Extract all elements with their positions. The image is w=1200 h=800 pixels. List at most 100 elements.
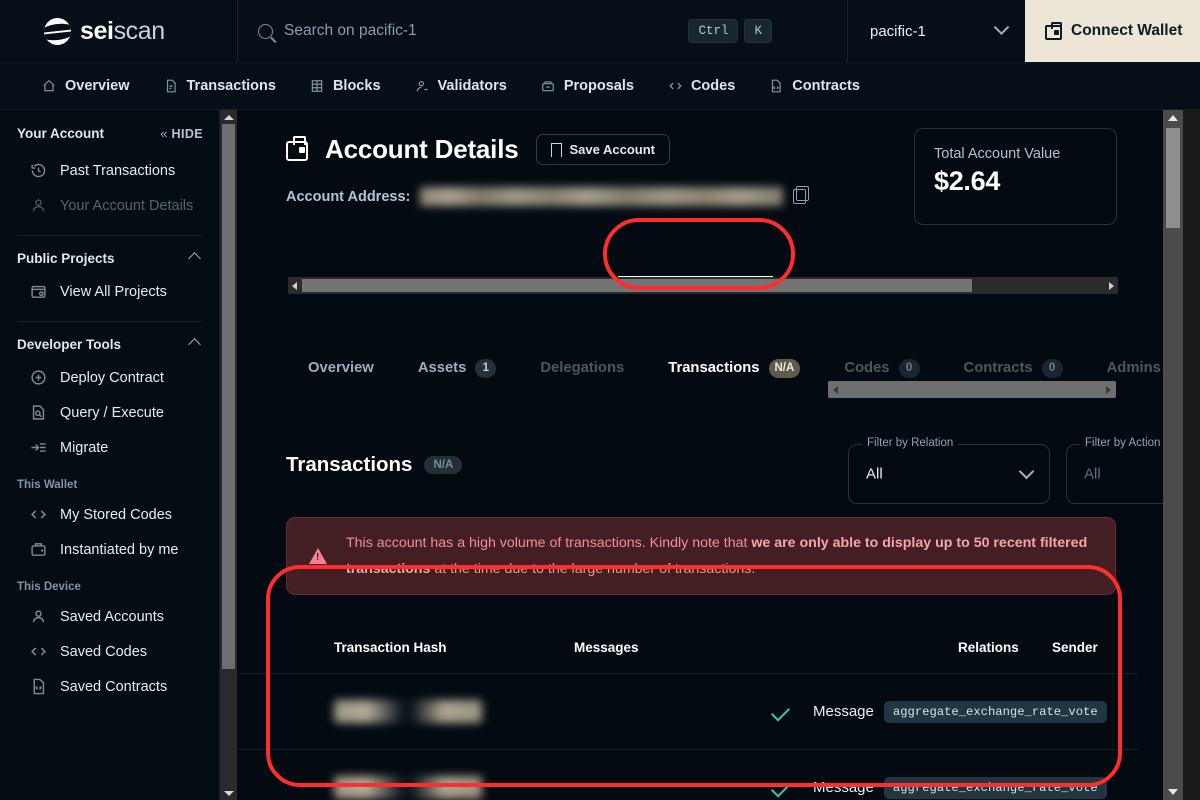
nav-item-transactions[interactable]: Transactions [162, 74, 278, 98]
transactions-section-title-row: Transactions N/A [286, 453, 463, 477]
sidebar-scroll-down-button[interactable] [220, 786, 237, 800]
filter-by-relation-legend: Filter by Relation [862, 437, 959, 449]
sidebar-item-my-stored-codes[interactable]: My Stored Codes [0, 497, 219, 532]
code-brackets-icon [30, 643, 47, 660]
save-account-button[interactable]: Save Account [535, 134, 670, 165]
tab-admins[interactable]: Admins 0 [1085, 351, 1163, 385]
warning-text-part2: at the time due to the large number of t… [430, 561, 756, 577]
page-title-row: Account Details Save Account [286, 134, 670, 165]
transaction-hash-redacted[interactable] [334, 700, 482, 723]
tab-contracts[interactable]: Contracts 0 [942, 351, 1085, 385]
sidebar-item-view-all-projects[interactable]: View All Projects [0, 274, 219, 309]
tab-delegations[interactable]: Delegations [518, 351, 646, 385]
chevron-down-icon [1018, 463, 1035, 480]
sidebar-item-your-account-details[interactable]: Your Account Details [0, 188, 219, 223]
contract-icon [769, 79, 783, 93]
sidebar-section-title: Developer Tools [17, 337, 122, 352]
sidebar-scrollbar-thumb[interactable] [222, 124, 235, 669]
sidebar-divider [17, 235, 202, 236]
tab-label: Delegations [540, 360, 625, 376]
page-scroll-up-button[interactable] [1163, 110, 1183, 126]
sidebar-item-instantiated-by-me[interactable]: Instantiated by me [0, 532, 219, 567]
seiscan-account-details-page: seiscan Search on pacific-1 Ctrl K pacif… [0, 0, 1200, 800]
section-count-badge: N/A [424, 456, 463, 474]
sidebar-item-past-transactions[interactable]: Past Transactions [0, 153, 219, 188]
sidebar-item-saved-contracts[interactable]: Saved Contracts [0, 669, 219, 704]
brand-wordmark: seiscan [80, 16, 165, 45]
sidebar-public-projects-header[interactable]: Public Projects [0, 251, 219, 266]
account-wallet-icon [286, 136, 308, 161]
filter-by-action-dropdown[interactable]: Filter by Action All [1066, 437, 1163, 504]
page-scroll-down-button[interactable] [1163, 784, 1183, 800]
filter-by-relation-value: All [866, 465, 883, 483]
tab-assets[interactable]: Assets 1 [396, 351, 519, 385]
tab-badge: 1 [475, 358, 497, 378]
filter-by-relation-dropdown[interactable]: Filter by Relation All [848, 437, 1050, 504]
sidebar-item-query-execute[interactable]: Query / Execute [0, 395, 219, 430]
tabs-scrollbar-thumb[interactable] [302, 279, 972, 292]
left-sidebar: Your Account « HIDE Past Transactions Yo… [0, 110, 220, 800]
sidebar-item-deploy-contract[interactable]: Deploy Contract [0, 360, 219, 395]
scroll-right-arrow-icon[interactable] [1109, 282, 1114, 290]
sidebar-scrollbar[interactable] [220, 110, 237, 800]
check-icon [770, 777, 791, 798]
query-icon [30, 404, 47, 421]
connect-wallet-button[interactable]: Connect Wallet [1025, 0, 1200, 62]
transaction-hash-redacted[interactable] [334, 776, 482, 799]
tab-codes[interactable]: Codes 0 [822, 351, 941, 385]
copy-icon[interactable] [793, 186, 809, 204]
nav-item-blocks[interactable]: Blocks [308, 74, 383, 98]
sidebar-item-saved-codes[interactable]: Saved Codes [0, 634, 219, 669]
tab-badge: N/A [768, 358, 801, 378]
tab-label: Contracts [963, 360, 1033, 376]
chain-selector[interactable]: pacific-1 [848, 0, 1025, 62]
account-tabs: Overview Assets 1 Delegations Transactio… [286, 351, 1163, 385]
sidebar-item-saved-accounts[interactable]: Saved Accounts [0, 599, 219, 634]
message-type-chip: aggregate_exchange_rate_vote [883, 776, 1107, 799]
section-title: Transactions [286, 453, 413, 476]
sidebar-scroll-up-button[interactable] [220, 110, 237, 124]
brand-name-bold: sei [80, 16, 114, 45]
total-account-value-label: Total Account Value [934, 146, 1061, 162]
tab-transactions[interactable]: Transactions N/A [646, 351, 822, 385]
tabs-horizontal-scrollbar[interactable] [288, 277, 1118, 294]
message-type-chip: aggregate_exchange_rate_vote [883, 700, 1107, 723]
account-address-value-redacted [420, 187, 783, 206]
sidebar-item-migrate[interactable]: Migrate [0, 430, 219, 465]
nav-item-codes[interactable]: Codes [666, 74, 737, 98]
transactions-table-body: Message aggregate_exchange_rate_vote Sig… [238, 673, 1138, 800]
main-navigation: Overview Transactions Blocks Validators … [0, 63, 1200, 110]
nav-item-validators[interactable]: Validators [413, 74, 509, 98]
brand-logo[interactable]: seiscan [0, 0, 238, 62]
nav-label: Transactions [186, 78, 276, 94]
nav-label: Proposals [563, 78, 634, 94]
sidebar-section-title: Public Projects [17, 251, 115, 266]
sidebar-item-label: Past Transactions [60, 162, 176, 179]
tab-overview[interactable]: Overview [286, 351, 396, 385]
nav-item-overview[interactable]: Overview [40, 74, 132, 98]
messages-cell: Message aggregate_exchange_rate_vote [813, 776, 1107, 799]
page-scrollbar-thumb[interactable] [1166, 128, 1180, 228]
nav-item-proposals[interactable]: Proposals [539, 74, 636, 98]
table-row[interactable]: Message aggregate_exchange_rate_vote Sig… [238, 673, 1138, 749]
search-bar[interactable]: Search on pacific-1 Ctrl K [238, 0, 848, 62]
nav-item-contracts[interactable]: Contracts [767, 74, 862, 98]
transactions-table-header: Transaction Hash Messages Relations Send… [238, 640, 1138, 670]
table-row[interactable]: Message aggregate_exchange_rate_vote Sig… [238, 749, 1138, 800]
chevron-up-icon [188, 338, 201, 351]
page-scrollbar[interactable] [1163, 110, 1183, 800]
account-address-row: Account Address: [286, 186, 809, 206]
scroll-right-arrow-icon[interactable] [1106, 386, 1111, 394]
scroll-left-arrow-icon[interactable] [833, 386, 838, 394]
person-icon [30, 608, 47, 625]
sidebar-item-label: Saved Contracts [60, 678, 168, 695]
sidebar-hide-button[interactable]: « HIDE [160, 126, 203, 141]
nav-label: Blocks [332, 78, 381, 94]
wallet-icon [1045, 21, 1062, 40]
home-icon [42, 79, 56, 93]
proposal-icon [541, 79, 555, 93]
filter-action-horizontal-scrollbar[interactable] [828, 381, 1116, 398]
sidebar-developer-tools-header[interactable]: Developer Tools [0, 337, 219, 352]
scroll-left-arrow-icon[interactable] [292, 282, 297, 290]
chain-name: pacific-1 [870, 22, 926, 40]
